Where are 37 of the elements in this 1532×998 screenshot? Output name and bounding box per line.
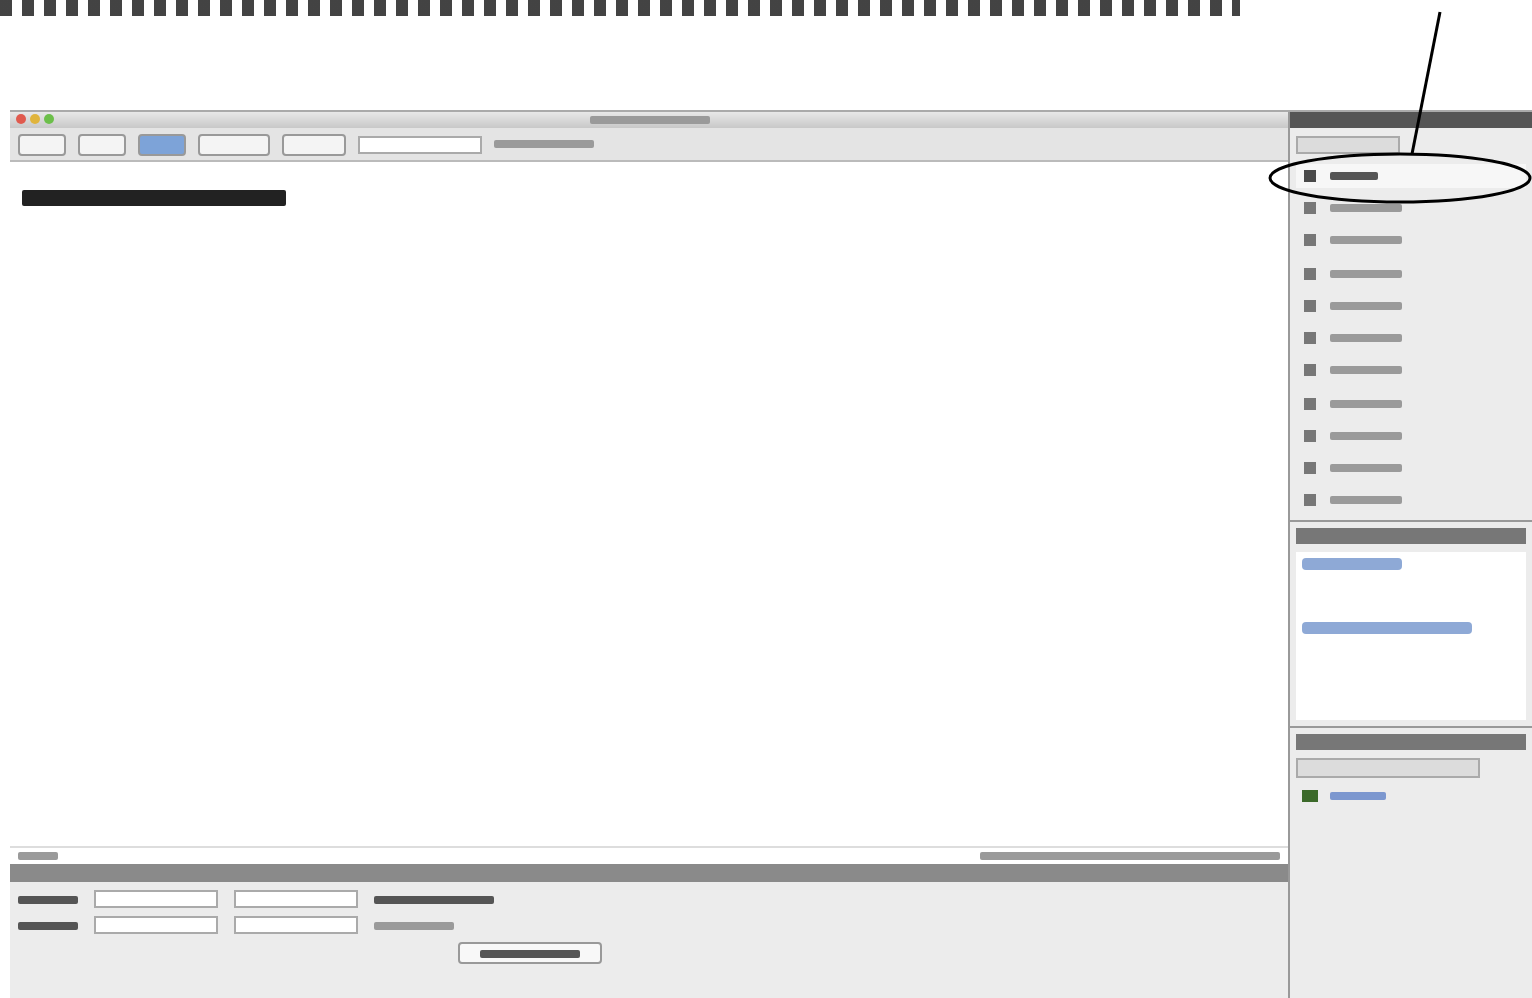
blurred-label bbox=[1330, 236, 1402, 245]
blurred-label bbox=[374, 895, 494, 903]
id-field[interactable] bbox=[94, 916, 218, 934]
blurred-label bbox=[1330, 269, 1402, 278]
blurred-label bbox=[1330, 431, 1402, 440]
blurred-label bbox=[1330, 204, 1402, 213]
format-field[interactable] bbox=[94, 890, 218, 908]
blurred-label bbox=[1330, 301, 1402, 310]
blurred-label bbox=[18, 852, 58, 860]
blurred-label bbox=[1330, 399, 1402, 408]
class-field[interactable] bbox=[234, 890, 358, 908]
toolbar-button[interactable] bbox=[282, 133, 346, 155]
blurred-label bbox=[1330, 334, 1402, 343]
folder-icon bbox=[1302, 788, 1318, 804]
insert-item[interactable] bbox=[1296, 164, 1526, 188]
title-field[interactable] bbox=[358, 135, 482, 153]
blurred-label bbox=[18, 895, 78, 903]
split-view-button[interactable] bbox=[78, 133, 126, 155]
live-view-button[interactable] bbox=[198, 133, 270, 155]
window-controls-icon[interactable] bbox=[16, 114, 54, 124]
blurred-label bbox=[494, 140, 594, 148]
blurred-label bbox=[480, 949, 580, 957]
design-view-button[interactable] bbox=[138, 133, 186, 155]
code-view-button[interactable] bbox=[18, 133, 66, 155]
blurred-label bbox=[1330, 464, 1402, 473]
blurred-label bbox=[1330, 366, 1402, 375]
blurred-label bbox=[374, 921, 454, 929]
blurred-label bbox=[1330, 792, 1386, 800]
page-properties-button[interactable] bbox=[458, 942, 602, 964]
scroll-bar[interactable] bbox=[1302, 622, 1472, 634]
blurred-label bbox=[1330, 172, 1378, 180]
category-dropdown[interactable] bbox=[1296, 136, 1400, 155]
blurred-label bbox=[1330, 496, 1402, 505]
blurred-label bbox=[18, 921, 78, 929]
link-field[interactable] bbox=[234, 916, 358, 934]
blurred-label bbox=[589, 116, 709, 124]
leader-line bbox=[1410, 11, 1442, 155]
